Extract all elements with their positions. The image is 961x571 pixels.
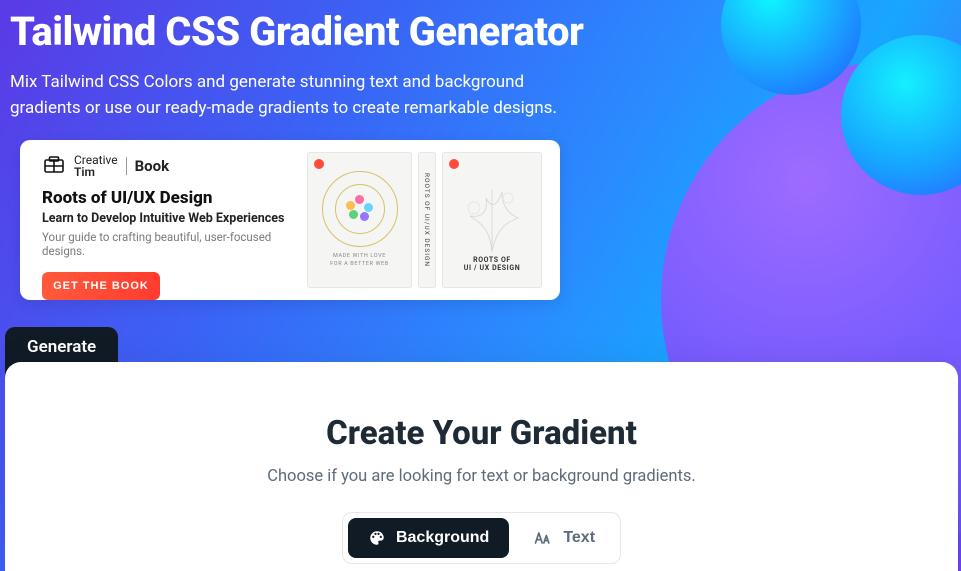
creative-tim-logo-icon bbox=[42, 154, 66, 178]
book-cover-back: ROOTS OF UI / UX DESIGN bbox=[442, 152, 542, 288]
text-size-icon bbox=[533, 530, 553, 546]
promo-brand-row: CreativeTim Book bbox=[42, 154, 292, 178]
promo-description: Your guide to crafting beautiful, user-f… bbox=[42, 230, 292, 258]
promo-subtitle: Learn to Develop Intuitive Web Experienc… bbox=[42, 211, 292, 226]
gradient-card: Create Your Gradient Choose if you are l… bbox=[5, 362, 958, 571]
page-subtitle: Mix Tailwind CSS Colors and generate stu… bbox=[10, 69, 570, 122]
promo-brand-name: CreativeTim bbox=[74, 154, 118, 178]
book-spine: ROOTS OF UI/UX DESIGN bbox=[418, 152, 436, 288]
text-option-label: Text bbox=[563, 529, 595, 547]
promo-book-images: MADE WITH LOVEFOR A BETTER WEB ROOTS OF … bbox=[292, 154, 542, 286]
card-description: Choose if you are looking for text or ba… bbox=[5, 467, 958, 486]
separator bbox=[126, 157, 127, 175]
palette-icon bbox=[368, 529, 386, 547]
text-option-button[interactable]: Text bbox=[513, 518, 615, 558]
promo-title: Roots of UI/UX Design bbox=[42, 188, 292, 208]
gradient-type-toggle: Background Text bbox=[342, 512, 621, 564]
card-heading: Create Your Gradient bbox=[5, 414, 958, 453]
promo-card[interactable]: CreativeTim Book Roots of UI/UX Design L… bbox=[20, 140, 560, 300]
tree-illustration-icon bbox=[452, 168, 532, 254]
page-title: Tailwind CSS Gradient Generator bbox=[10, 8, 951, 55]
promo-brand-book: Book bbox=[135, 157, 170, 175]
background-option-button[interactable]: Background bbox=[348, 518, 509, 558]
book-cover-front: MADE WITH LOVEFOR A BETTER WEB bbox=[307, 152, 412, 288]
get-the-book-button[interactable]: GET THE BOOK bbox=[42, 272, 160, 300]
background-option-label: Background bbox=[396, 529, 489, 547]
